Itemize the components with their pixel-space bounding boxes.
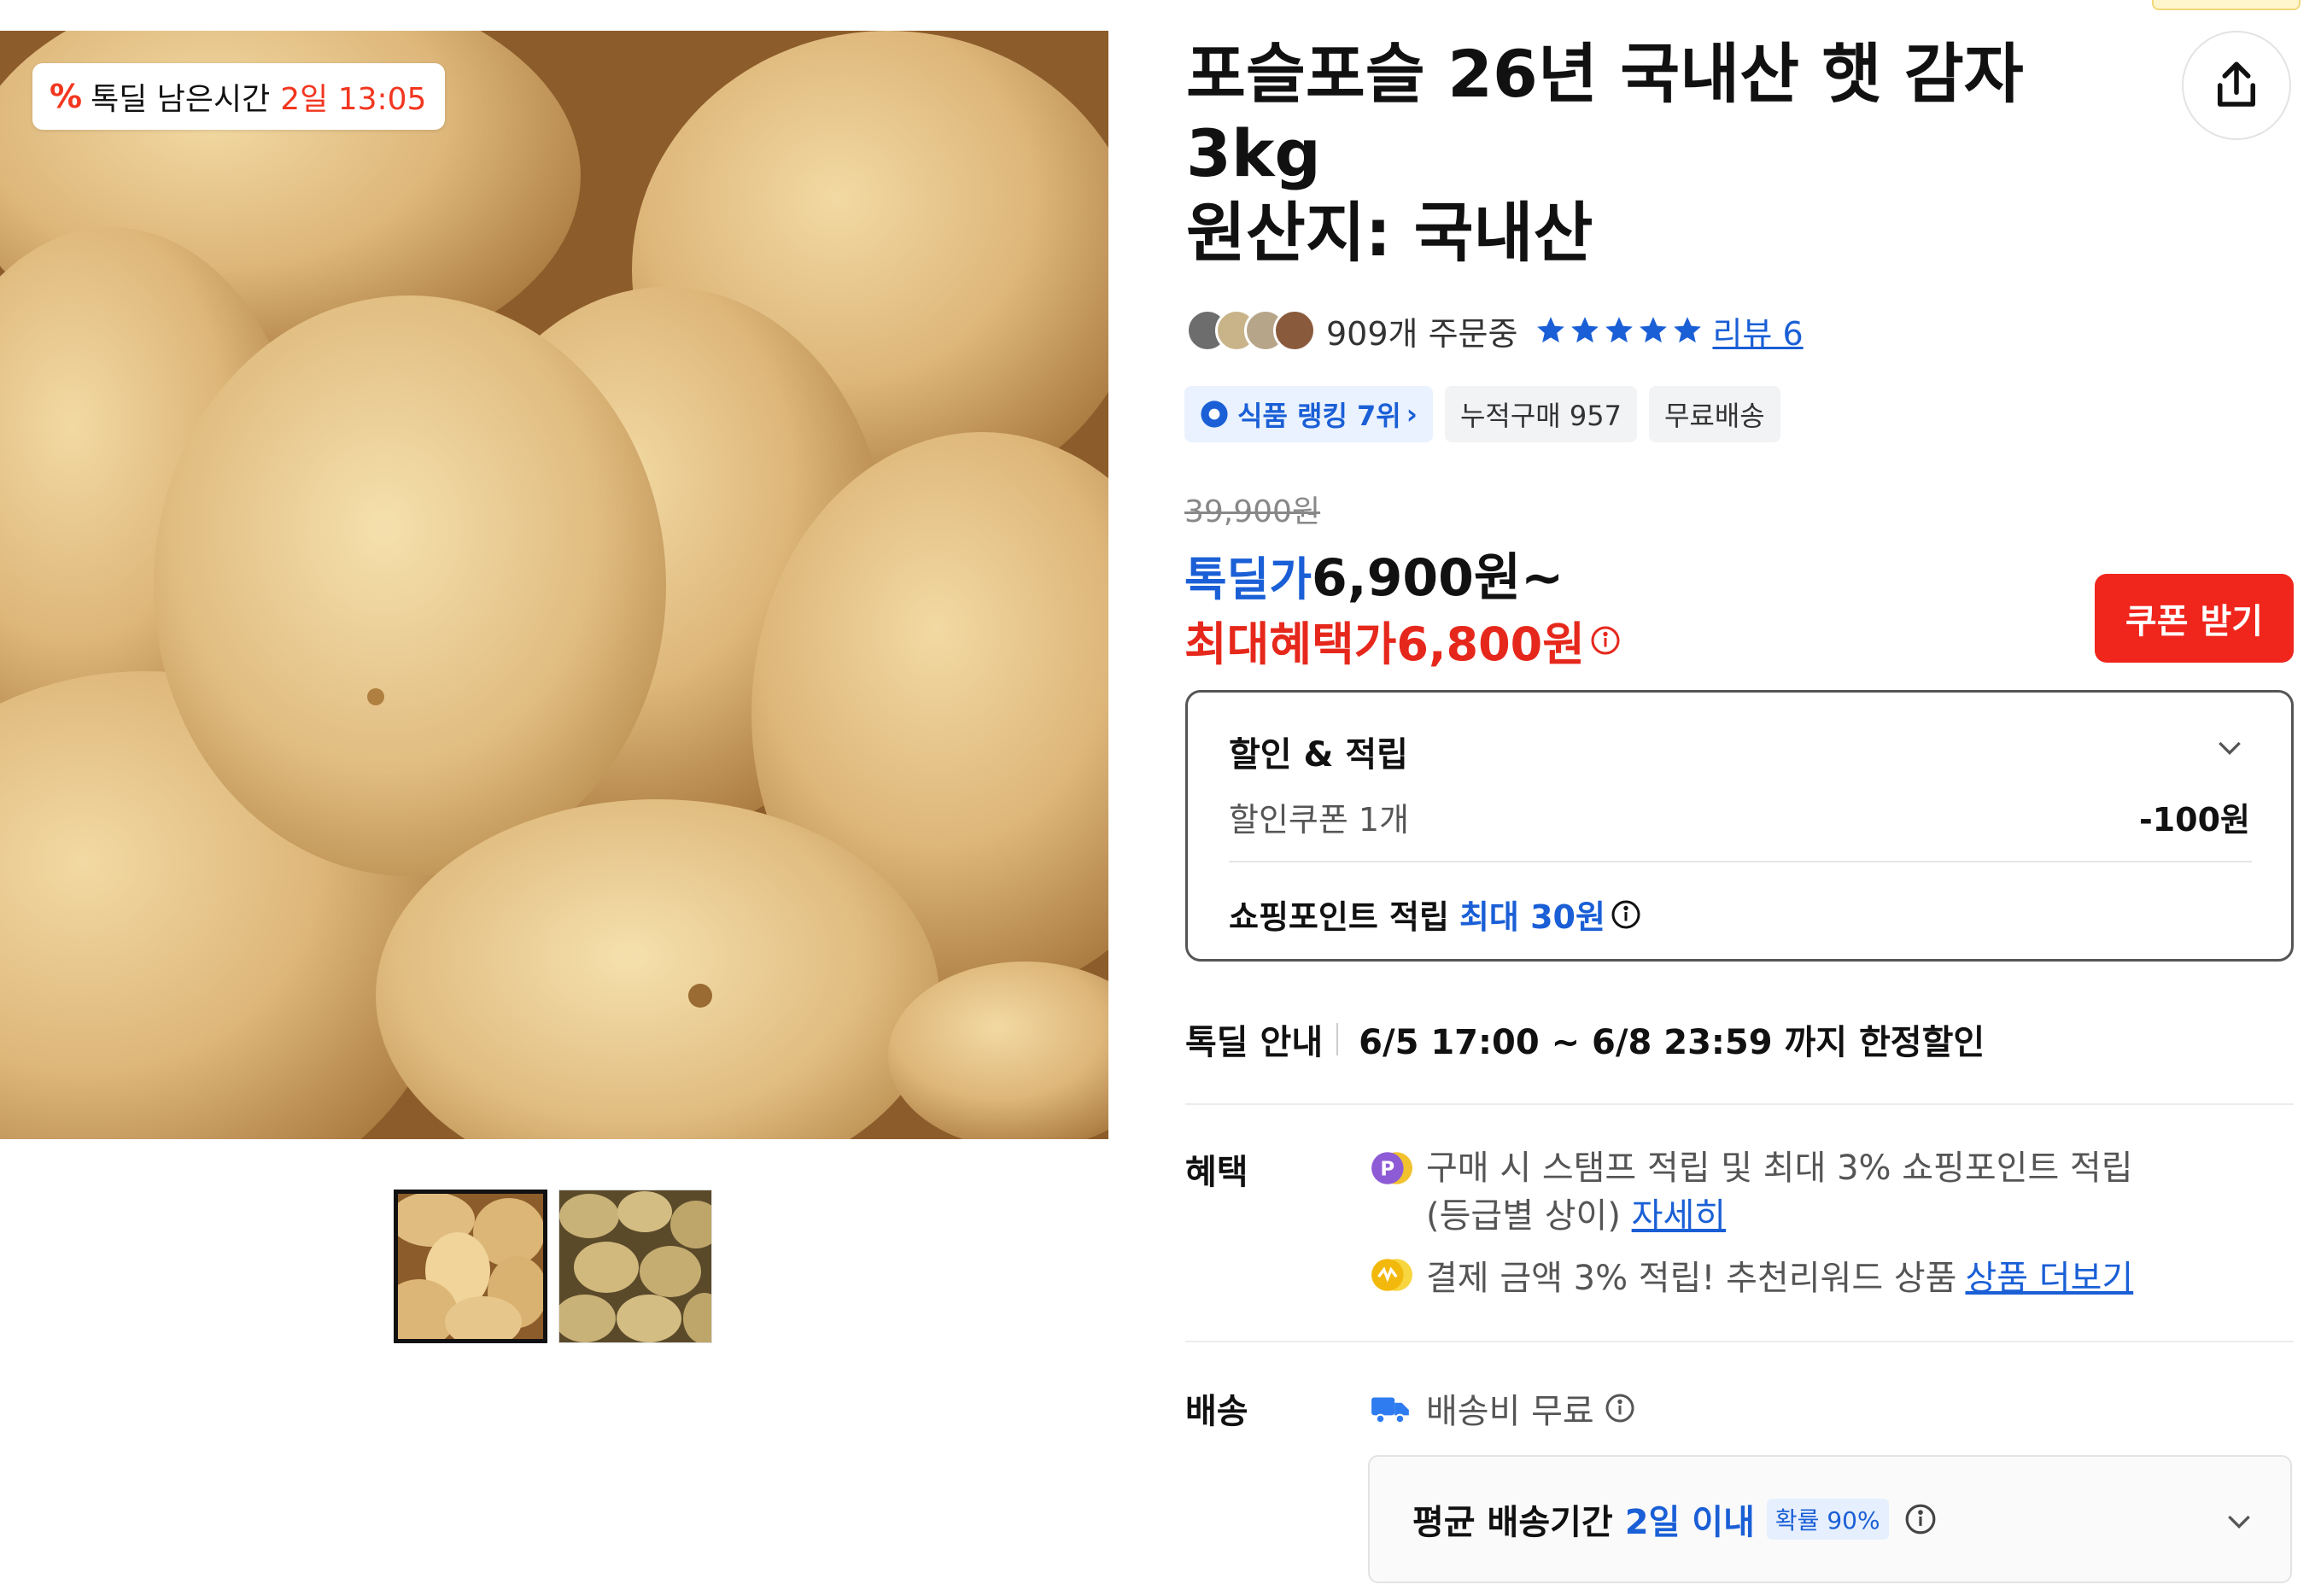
share-icon bbox=[2218, 61, 2255, 107]
points-value: 최대 30원 bbox=[1459, 898, 1605, 936]
star-icon bbox=[1605, 317, 1634, 343]
star-icon bbox=[1640, 317, 1668, 343]
delivery-label: 평균 배송기간 bbox=[1412, 1503, 1613, 1542]
coupon-button[interactable]: 쿠폰 받기 bbox=[2095, 574, 2294, 663]
product-main-image[interactable] bbox=[0, 31, 1108, 1139]
shipping-label: 배송 bbox=[1185, 1392, 1248, 1431]
discount-title: 할인 & 적립 bbox=[1229, 735, 1408, 775]
star-icon bbox=[1537, 317, 1565, 343]
delivery-estimate-box[interactable]: 평균 배송기간 2일 이내 확률 90% bbox=[1368, 1455, 2292, 1583]
info-icon[interactable] bbox=[1611, 899, 1641, 930]
chevron-down-icon[interactable] bbox=[2213, 730, 2247, 768]
divider bbox=[1185, 1103, 2294, 1105]
order-count: 909개 주문중 bbox=[1326, 314, 1518, 353]
info-icon[interactable] bbox=[1590, 625, 1621, 656]
order-review-row: 909개 주문중 리뷰 6 bbox=[1186, 305, 1804, 356]
divider bbox=[1185, 1341, 2294, 1342]
info-icon[interactable] bbox=[1605, 1393, 1635, 1424]
discount-points-box[interactable]: 할인 & 적립 할인쿠폰 1개 -100원 쇼핑포인트 적립 최대 30원 bbox=[1185, 690, 2294, 962]
deal-timer-badge: % 톡딜 남은시간 2일 13:05 bbox=[32, 63, 446, 130]
chip-cumulative-label: 누적구매 957 bbox=[1459, 400, 1622, 432]
max-benefit-price: 6,800원 bbox=[1396, 617, 1585, 671]
timer-remaining: 2일 13:05 bbox=[280, 82, 427, 117]
svg-text:P: P bbox=[1380, 1158, 1394, 1180]
original-price: 39,900원 bbox=[1184, 494, 1321, 529]
title-line-2: 3kg bbox=[1186, 115, 1321, 191]
chevron-down-icon[interactable] bbox=[2222, 1504, 2256, 1541]
tokdeal-period: 6/5 17:00 ~ 6/8 23:59 까지 한정할인 bbox=[1359, 1023, 1985, 1062]
benefit-stamp-text-2: (등급별 상이) bbox=[1426, 1196, 1632, 1236]
delivery-probability-badge: 확률 90% bbox=[1766, 1499, 1889, 1540]
divider bbox=[1229, 861, 2252, 862]
point-icon: P bbox=[1371, 1152, 1412, 1184]
badge-icon bbox=[1201, 400, 1228, 428]
timer-label: 톡딜 남은시간 bbox=[91, 82, 271, 117]
rating-stars bbox=[1535, 314, 1705, 347]
chip-free-shipping-label: 무료배송 bbox=[1663, 400, 1765, 432]
benefit-detail-link[interactable]: 자세히 bbox=[1632, 1196, 1726, 1236]
points-label: 쇼핑포인트 적립 bbox=[1229, 898, 1449, 936]
star-icon bbox=[1571, 317, 1599, 343]
product-chips: 식품 랭킹 7위 › 누적구매 957 무료배송 bbox=[1184, 386, 1792, 442]
max-benefit-label: 최대혜택가 bbox=[1184, 617, 1397, 671]
chip-free-shipping: 무료배송 bbox=[1648, 386, 1780, 442]
avatar bbox=[1273, 309, 1316, 352]
title-line-1: 포슬포슬 26년 국내산 햇 감자 bbox=[1186, 36, 2024, 112]
thumbnail-2[interactable] bbox=[558, 1190, 712, 1343]
thumbnail-1[interactable] bbox=[394, 1190, 547, 1343]
share-button[interactable] bbox=[2182, 31, 2291, 140]
reward-icon bbox=[1371, 1259, 1412, 1291]
tokdeal-info-label: 톡딜 안내 bbox=[1185, 1023, 1324, 1062]
benefit-item-reward: 결제 금액 3% 적립! 추천리워드 상품 상품 더보기 bbox=[1370, 1250, 2133, 1300]
tokdeal-info: 톡딜 안내 6/5 17:00 ~ 6/8 23:59 까지 한정할인 bbox=[1185, 1014, 1985, 1064]
coupon-discount-value: -100원 bbox=[2138, 801, 2250, 839]
chip-ranking[interactable]: 식품 랭킹 7위 › bbox=[1184, 386, 1433, 442]
percent-icon: % bbox=[50, 78, 83, 115]
shipping-fee-row: 배송비 무료 bbox=[1370, 1383, 1635, 1433]
delivery-days: 2일 이내 bbox=[1624, 1503, 1755, 1542]
deal-price-row: 톡딜가 6,900원~ bbox=[1184, 536, 1564, 611]
chip-cumulative: 누적구매 957 bbox=[1444, 386, 1637, 442]
title-line-3: 원산지: 국내산 bbox=[1186, 195, 1593, 271]
points-row: 쇼핑포인트 적립 최대 30원 bbox=[1229, 891, 1641, 938]
deal-price: 6,900원~ bbox=[1312, 548, 1564, 608]
chevron-right-icon: › bbox=[1406, 398, 1418, 430]
benefit-stamp-text: 구매 시 스탬프 적립 및 최대 3% 쇼핑포인트 적립 bbox=[1426, 1149, 2133, 1188]
coupon-count: 할인쿠폰 1개 bbox=[1229, 801, 1410, 839]
review-link[interactable]: 리뷰 6 bbox=[1712, 307, 1803, 354]
benefit-reward-text: 결제 금액 3% 적립! 추천리워드 상품 bbox=[1426, 1259, 1957, 1298]
tooltip-stub bbox=[2152, 0, 2301, 10]
more-products-link[interactable]: 상품 더보기 bbox=[1965, 1250, 2133, 1300]
benefit-item-stamp: P 구매 시 스탬프 적립 및 최대 3% 쇼핑포인트 적립 (등급별 상이) … bbox=[1370, 1144, 2133, 1240]
benefit-label: 혜택 bbox=[1185, 1153, 1248, 1192]
star-icon bbox=[1674, 317, 1702, 343]
buyer-avatars bbox=[1186, 309, 1316, 352]
truck-icon bbox=[1371, 1397, 1409, 1424]
deal-price-label: 톡딜가 bbox=[1184, 552, 1313, 606]
info-icon[interactable] bbox=[1904, 1503, 1937, 1535]
product-title: 포슬포슬 26년 국내산 햇 감자 3kg 원산지: 국내산 bbox=[1186, 34, 2083, 272]
divider bbox=[1336, 1023, 1339, 1055]
max-benefit-row: 최대혜택가 6,800원 bbox=[1184, 606, 1621, 674]
shipping-fee-text: 배송비 무료 bbox=[1426, 1392, 1594, 1431]
chip-ranking-label: 식품 랭킹 7위 bbox=[1237, 400, 1401, 432]
